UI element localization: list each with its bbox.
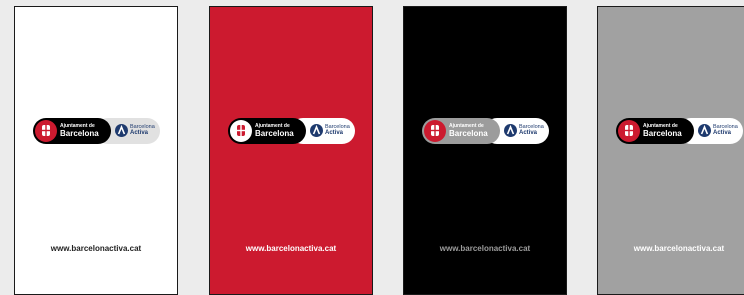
barcelona-activa-icon [310, 124, 323, 137]
barcelona-activa-icon [115, 124, 128, 137]
website-url: www.barcelonactiva.cat [245, 244, 337, 253]
panel-red: Ajuntament de Barcelona Barcelona Activa… [209, 6, 373, 295]
barcelona-label: Barcelona [255, 129, 294, 138]
barcelona-label: Barcelona [60, 129, 99, 138]
city-seal-icon [424, 120, 446, 142]
ajuntament-pill: Ajuntament de Barcelona [422, 118, 500, 144]
co-branding-logo: Ajuntament de Barcelona Barcelona Activa [616, 118, 743, 144]
barcelona-activa-icon [504, 124, 517, 137]
panel-grey: Ajuntament de Barcelona Barcelona Activa… [597, 6, 744, 295]
barcelona-activa-icon [698, 124, 711, 137]
ba-activa-label: Activa [130, 130, 149, 136]
website-url: www.barcelonactiva.cat [633, 244, 725, 253]
ba-activa-label: Activa [325, 130, 344, 136]
barcelona-label: Barcelona [643, 129, 682, 138]
panel-black: Ajuntament de Barcelona Barcelona Activa… [403, 6, 567, 295]
co-branding-logo: Ajuntament de Barcelona Barcelona Activa [228, 118, 355, 144]
city-seal-icon [618, 120, 640, 142]
website-url: www.barcelonactiva.cat [50, 244, 142, 253]
ajuntament-pill: Ajuntament de Barcelona [33, 118, 111, 144]
city-seal-icon [230, 120, 252, 142]
ba-activa-label: Activa [713, 130, 732, 136]
co-branding-logo: Ajuntament de Barcelona Barcelona Activa [422, 118, 549, 144]
ajuntament-pill: Ajuntament de Barcelona [616, 118, 694, 144]
website-url: www.barcelonactiva.cat [439, 244, 531, 253]
co-branding-logo: Ajuntament de Barcelona Barcelona Activa [33, 118, 160, 144]
ba-activa-label: Activa [519, 130, 538, 136]
panel-white: Ajuntament de Barcelona Barcelona Activa… [14, 6, 178, 295]
barcelona-label: Barcelona [449, 129, 488, 138]
city-seal-icon [35, 120, 57, 142]
ajuntament-pill: Ajuntament de Barcelona [228, 118, 306, 144]
